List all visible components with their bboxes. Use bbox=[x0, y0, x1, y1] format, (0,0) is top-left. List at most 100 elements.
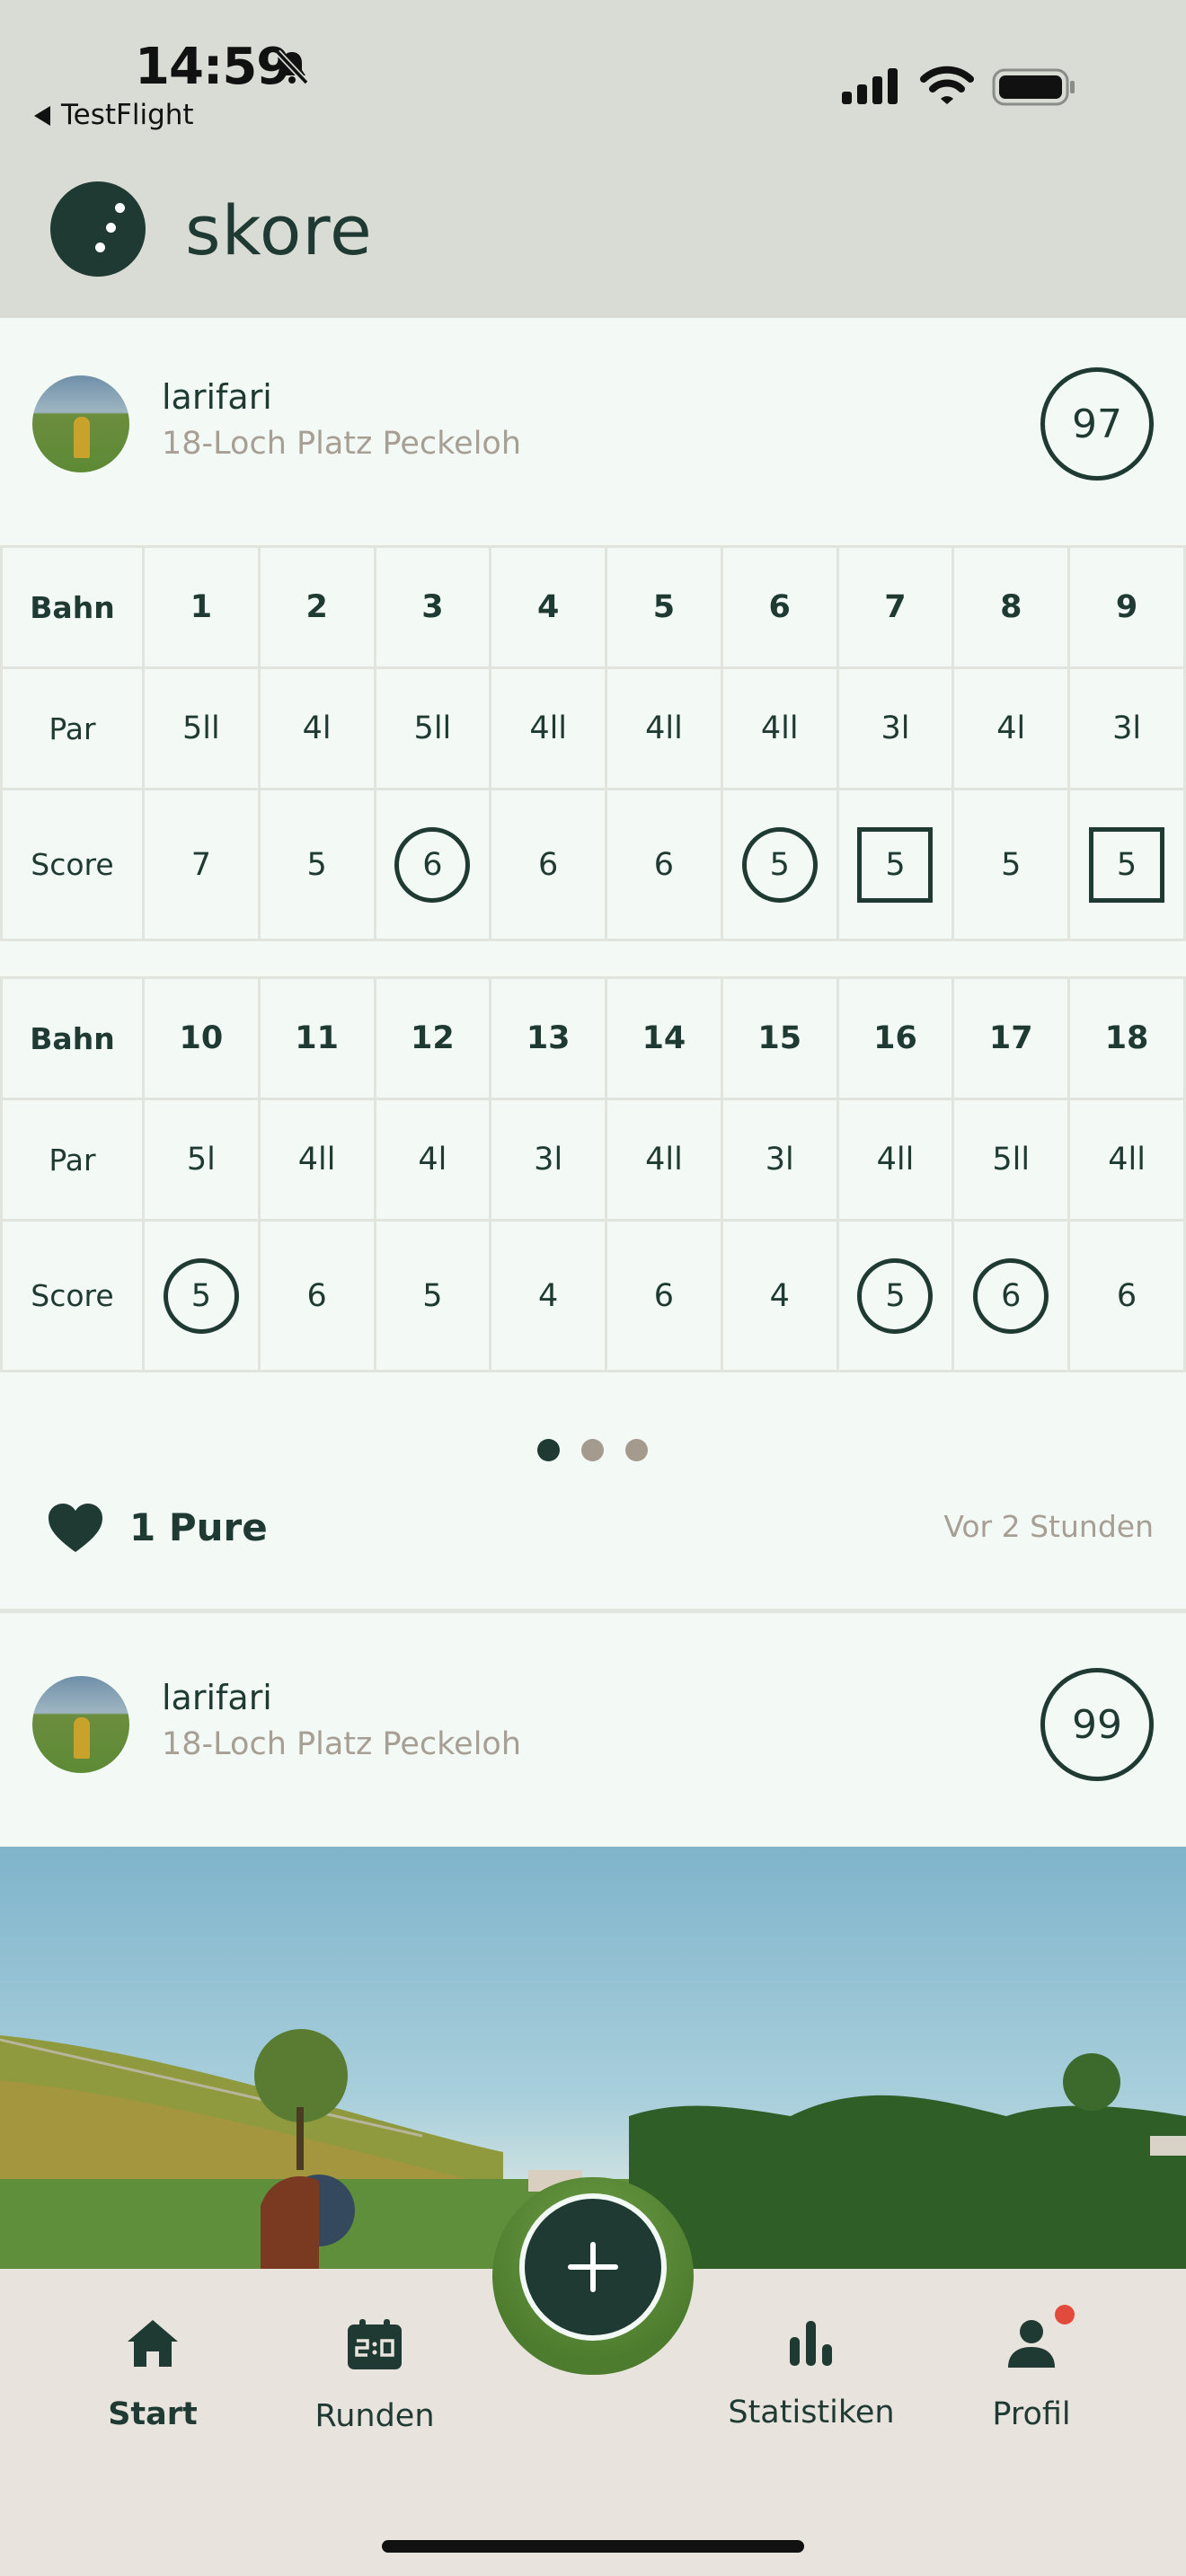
home-indicator[interactable] bbox=[382, 2540, 804, 2553]
score-value: 6 bbox=[1116, 1277, 1137, 1314]
cellular-signal-icon bbox=[842, 68, 898, 104]
score-value: 6 bbox=[394, 826, 471, 903]
hole-number: 17 bbox=[951, 976, 1071, 1100]
score-row: Score 7 5 6 6 6 5 5 5 5 bbox=[0, 788, 1186, 941]
par-row: Par 5ll 4l 5ll 4ll 4ll 4ll 3l 4l 3l bbox=[0, 666, 1186, 790]
nav-tab-start[interactable]: Start bbox=[54, 2317, 252, 2432]
battery-icon bbox=[992, 68, 1075, 106]
score-cell: 7 bbox=[142, 788, 261, 941]
score-row: Score 5 6 5 4 6 4 5 6 6 bbox=[0, 1219, 1186, 1372]
par-value: 4l bbox=[951, 666, 1071, 790]
plus-icon bbox=[568, 2242, 618, 2292]
course-name: 18-Loch Platz Peckeloh bbox=[162, 426, 522, 462]
hole-number: 3 bbox=[373, 545, 492, 669]
status-time: 14:59 bbox=[135, 38, 291, 96]
score-cell: 5 bbox=[951, 788, 1071, 941]
score-value: 6 bbox=[538, 846, 559, 883]
hole-number: 2 bbox=[257, 545, 376, 669]
avatar[interactable] bbox=[32, 375, 129, 472]
hole-number: 12 bbox=[373, 976, 492, 1100]
post-timestamp: Vor 2 Stunden bbox=[943, 1509, 1154, 1544]
score-cell: 6 bbox=[373, 788, 492, 941]
nav-tab-runden[interactable]: Runden bbox=[276, 2317, 474, 2434]
page-dot[interactable] bbox=[625, 1439, 648, 1461]
round-card-header[interactable]: larifari 18-Loch Platz Peckeloh 99 bbox=[0, 1619, 1186, 1847]
scorecard-front-nine[interactable]: Bahn 1 2 3 4 5 6 7 8 9 Par 5ll 4l 5ll 4l… bbox=[0, 545, 1186, 941]
skore-logo bbox=[50, 181, 146, 277]
total-score-badge: 97 bbox=[1040, 367, 1154, 481]
score-value: 5 bbox=[1001, 846, 1022, 883]
round-card-header[interactable]: larifari 18-Loch Platz Peckeloh 97 bbox=[0, 318, 1186, 546]
hole-number: 11 bbox=[257, 976, 376, 1100]
par-value: 4ll bbox=[257, 1098, 376, 1222]
hole-row-label: Bahn bbox=[0, 976, 145, 1100]
scoreboard-icon bbox=[348, 2319, 402, 2369]
score-value: 5 bbox=[422, 1277, 443, 1314]
total-score-badge: 99 bbox=[1040, 1668, 1154, 1781]
score-value: 5 bbox=[857, 1257, 934, 1334]
hole-number: 16 bbox=[836, 976, 955, 1100]
hole-number: 8 bbox=[951, 545, 1071, 669]
score-cell: 5 bbox=[142, 1219, 261, 1372]
back-app-label: TestFlight bbox=[61, 99, 194, 131]
score-value: 6 bbox=[653, 1277, 675, 1314]
nav-tab-statistiken[interactable]: Statistiken bbox=[712, 2317, 910, 2430]
score-value: 5 bbox=[857, 826, 934, 903]
par-row-label: Par bbox=[0, 666, 145, 790]
par-value: 4ll bbox=[605, 666, 723, 790]
hole-row: Bahn 10 11 12 13 14 15 16 17 18 bbox=[0, 976, 1186, 1100]
scorecard-back-nine[interactable]: Bahn 10 11 12 13 14 15 16 17 18 Par 5l 4… bbox=[0, 976, 1186, 1372]
username[interactable]: larifari bbox=[162, 377, 272, 417]
nav-label: Profil bbox=[992, 2396, 1071, 2432]
hole-number: 10 bbox=[142, 976, 261, 1100]
page-dot[interactable] bbox=[581, 1439, 604, 1461]
add-round-button[interactable] bbox=[519, 2193, 667, 2341]
course-name: 18-Loch Platz Peckeloh bbox=[162, 1726, 522, 1762]
username[interactable]: larifari bbox=[162, 1678, 272, 1717]
hole-number: 1 bbox=[142, 545, 261, 669]
score-value: 7 bbox=[190, 846, 212, 883]
par-value: 5ll bbox=[142, 666, 261, 790]
hole-number: 18 bbox=[1067, 976, 1186, 1100]
avatar[interactable] bbox=[32, 1676, 129, 1773]
bar-chart-icon bbox=[790, 2321, 832, 2366]
score-cell: 4 bbox=[720, 1219, 839, 1372]
likes-count: 1 Pure bbox=[129, 1505, 268, 1549]
score-value: 6 bbox=[306, 1277, 327, 1314]
par-row: Par 5l 4ll 4l 3l 4ll 3l 4ll 5ll 4ll bbox=[0, 1098, 1186, 1222]
score-cell: 4 bbox=[489, 1219, 608, 1372]
card-divider bbox=[0, 1609, 1186, 1613]
wifi-icon bbox=[920, 66, 974, 104]
score-cell: 5 bbox=[836, 1219, 955, 1372]
score-cell: 6 bbox=[605, 1219, 723, 1372]
home-icon bbox=[128, 2320, 178, 2367]
hole-number: 6 bbox=[720, 545, 839, 669]
par-value: 3l bbox=[720, 1098, 839, 1222]
score-value: 4 bbox=[538, 1277, 559, 1314]
par-value: 4l bbox=[257, 666, 376, 790]
hole-number: 4 bbox=[489, 545, 608, 669]
score-row-label: Score bbox=[0, 1219, 145, 1372]
score-cell: 6 bbox=[257, 1219, 376, 1372]
hole-number: 5 bbox=[605, 545, 723, 669]
back-to-app-link[interactable]: TestFlight bbox=[34, 99, 194, 131]
score-value: 5 bbox=[1089, 826, 1165, 903]
score-value: 6 bbox=[653, 846, 675, 883]
par-value: 3l bbox=[1067, 666, 1186, 790]
score-cell: 5 bbox=[257, 788, 376, 941]
hole-number: 13 bbox=[489, 976, 608, 1100]
page-indicator[interactable] bbox=[537, 1439, 651, 1462]
page-dot-active[interactable] bbox=[537, 1439, 560, 1461]
score-cell: 5 bbox=[720, 788, 839, 941]
par-value: 3l bbox=[489, 1098, 608, 1222]
par-value: 4ll bbox=[720, 666, 839, 790]
par-value: 4ll bbox=[836, 1098, 955, 1222]
score-value: 5 bbox=[306, 846, 327, 883]
score-cell: 6 bbox=[951, 1219, 1071, 1372]
nav-tab-profil[interactable]: Profil bbox=[933, 2317, 1130, 2432]
nav-label: Statistiken bbox=[728, 2395, 895, 2430]
hole-number: 15 bbox=[720, 976, 839, 1100]
par-value: 4ll bbox=[605, 1098, 723, 1222]
app-header: 14:59 TestFlight skore bbox=[0, 0, 1186, 318]
par-value: 3l bbox=[836, 666, 955, 790]
